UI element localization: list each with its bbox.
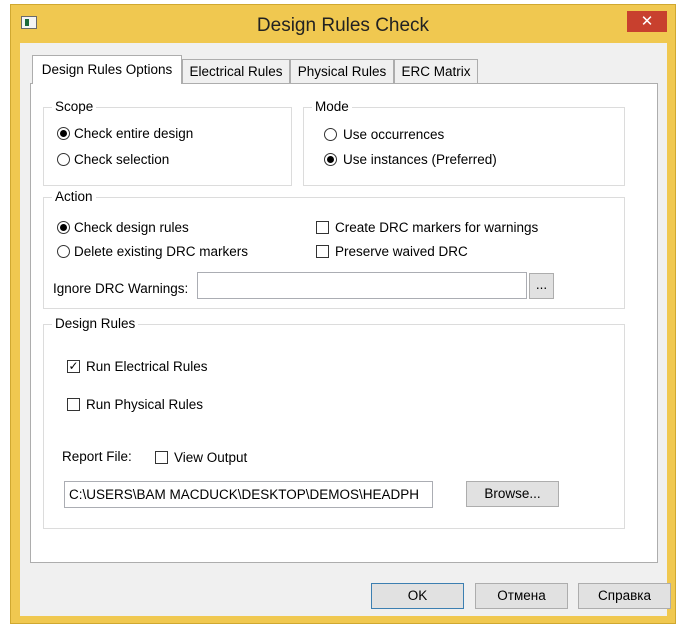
ok-button[interactable]: OK (371, 583, 464, 609)
scope-selection-radio[interactable] (57, 153, 70, 166)
cancel-button[interactable]: Отмена (475, 583, 568, 609)
tab-physical-rules[interactable]: Physical Rules (290, 59, 394, 83)
scope-group: Scope Check entire design Check selectio… (43, 99, 292, 186)
window-title: Design Rules Check (256, 15, 430, 36)
title-bar[interactable]: Design Rules Check ✕ (11, 5, 675, 43)
view-output-checkbox[interactable] (155, 451, 168, 464)
mode-instances-radio[interactable] (324, 153, 337, 166)
action-group: Action Check design rules Delete existin… (43, 189, 625, 309)
action-legend: Action (52, 189, 96, 204)
tab-electrical-rules[interactable]: Electrical Rules (182, 59, 290, 83)
design-rules-group: Design Rules ✓ Run Electrical Rules Run … (43, 316, 625, 529)
delete-drc-markers-label[interactable]: Delete existing DRC markers (74, 244, 248, 260)
ignore-drc-browse-button[interactable]: ... (529, 273, 554, 299)
ignore-drc-warnings-input[interactable] (197, 272, 527, 299)
close-button[interactable]: ✕ (627, 11, 667, 32)
checkmark-icon: ✓ (68, 359, 79, 373)
delete-drc-markers-radio[interactable] (57, 245, 70, 258)
view-output-label[interactable]: View Output (174, 450, 247, 466)
check-design-rules-label[interactable]: Check design rules (74, 220, 189, 236)
help-button[interactable]: Справка (578, 583, 671, 609)
report-file-path-input[interactable]: C:\USERS\BAM MACDUCK\DESKTOP\DEMOS\HEADP… (64, 481, 433, 508)
mode-instances-label[interactable]: Use instances (Preferred) (343, 152, 497, 168)
ignore-drc-warnings-label: Ignore DRC Warnings: (53, 281, 189, 296)
mode-group: Mode Use occurrences Use instances (Pref… (303, 99, 625, 186)
dialog-client-area: Design Rules Options Electrical Rules Ph… (20, 43, 671, 616)
scope-entire-label[interactable]: Check entire design (74, 126, 193, 142)
report-file-browse-button[interactable]: Browse... (466, 481, 559, 507)
preserve-waived-drc-checkbox[interactable] (316, 245, 329, 258)
create-drc-markers-checkbox[interactable] (316, 221, 329, 234)
scope-legend: Scope (52, 99, 97, 114)
mode-occurrences-label[interactable]: Use occurrences (343, 127, 444, 143)
run-electrical-rules-label[interactable]: Run Electrical Rules (86, 359, 208, 375)
close-icon: ✕ (640, 13, 654, 30)
scope-entire-radio[interactable] (57, 127, 70, 140)
mode-occurrences-radio[interactable] (324, 128, 337, 141)
report-file-label: Report File: (62, 449, 132, 464)
run-electrical-rules-checkbox[interactable]: ✓ (67, 360, 80, 373)
preserve-waived-drc-label[interactable]: Preserve waived DRC (335, 244, 468, 260)
tab-design-rules-options[interactable]: Design Rules Options (32, 55, 182, 84)
tab-erc-matrix[interactable]: ERC Matrix (394, 59, 478, 83)
create-drc-markers-label[interactable]: Create DRC markers for warnings (335, 220, 538, 236)
run-physical-rules-checkbox[interactable] (67, 398, 80, 411)
dialog-window: Design Rules Check ✕ Design Rules Option… (10, 4, 676, 624)
run-physical-rules-label[interactable]: Run Physical Rules (86, 397, 203, 413)
scope-selection-label[interactable]: Check selection (74, 152, 169, 168)
mode-legend: Mode (312, 99, 352, 114)
tab-panel-design-rules-options: Scope Check entire design Check selectio… (30, 83, 658, 563)
check-design-rules-radio[interactable] (57, 221, 70, 234)
design-rules-legend: Design Rules (52, 316, 139, 331)
